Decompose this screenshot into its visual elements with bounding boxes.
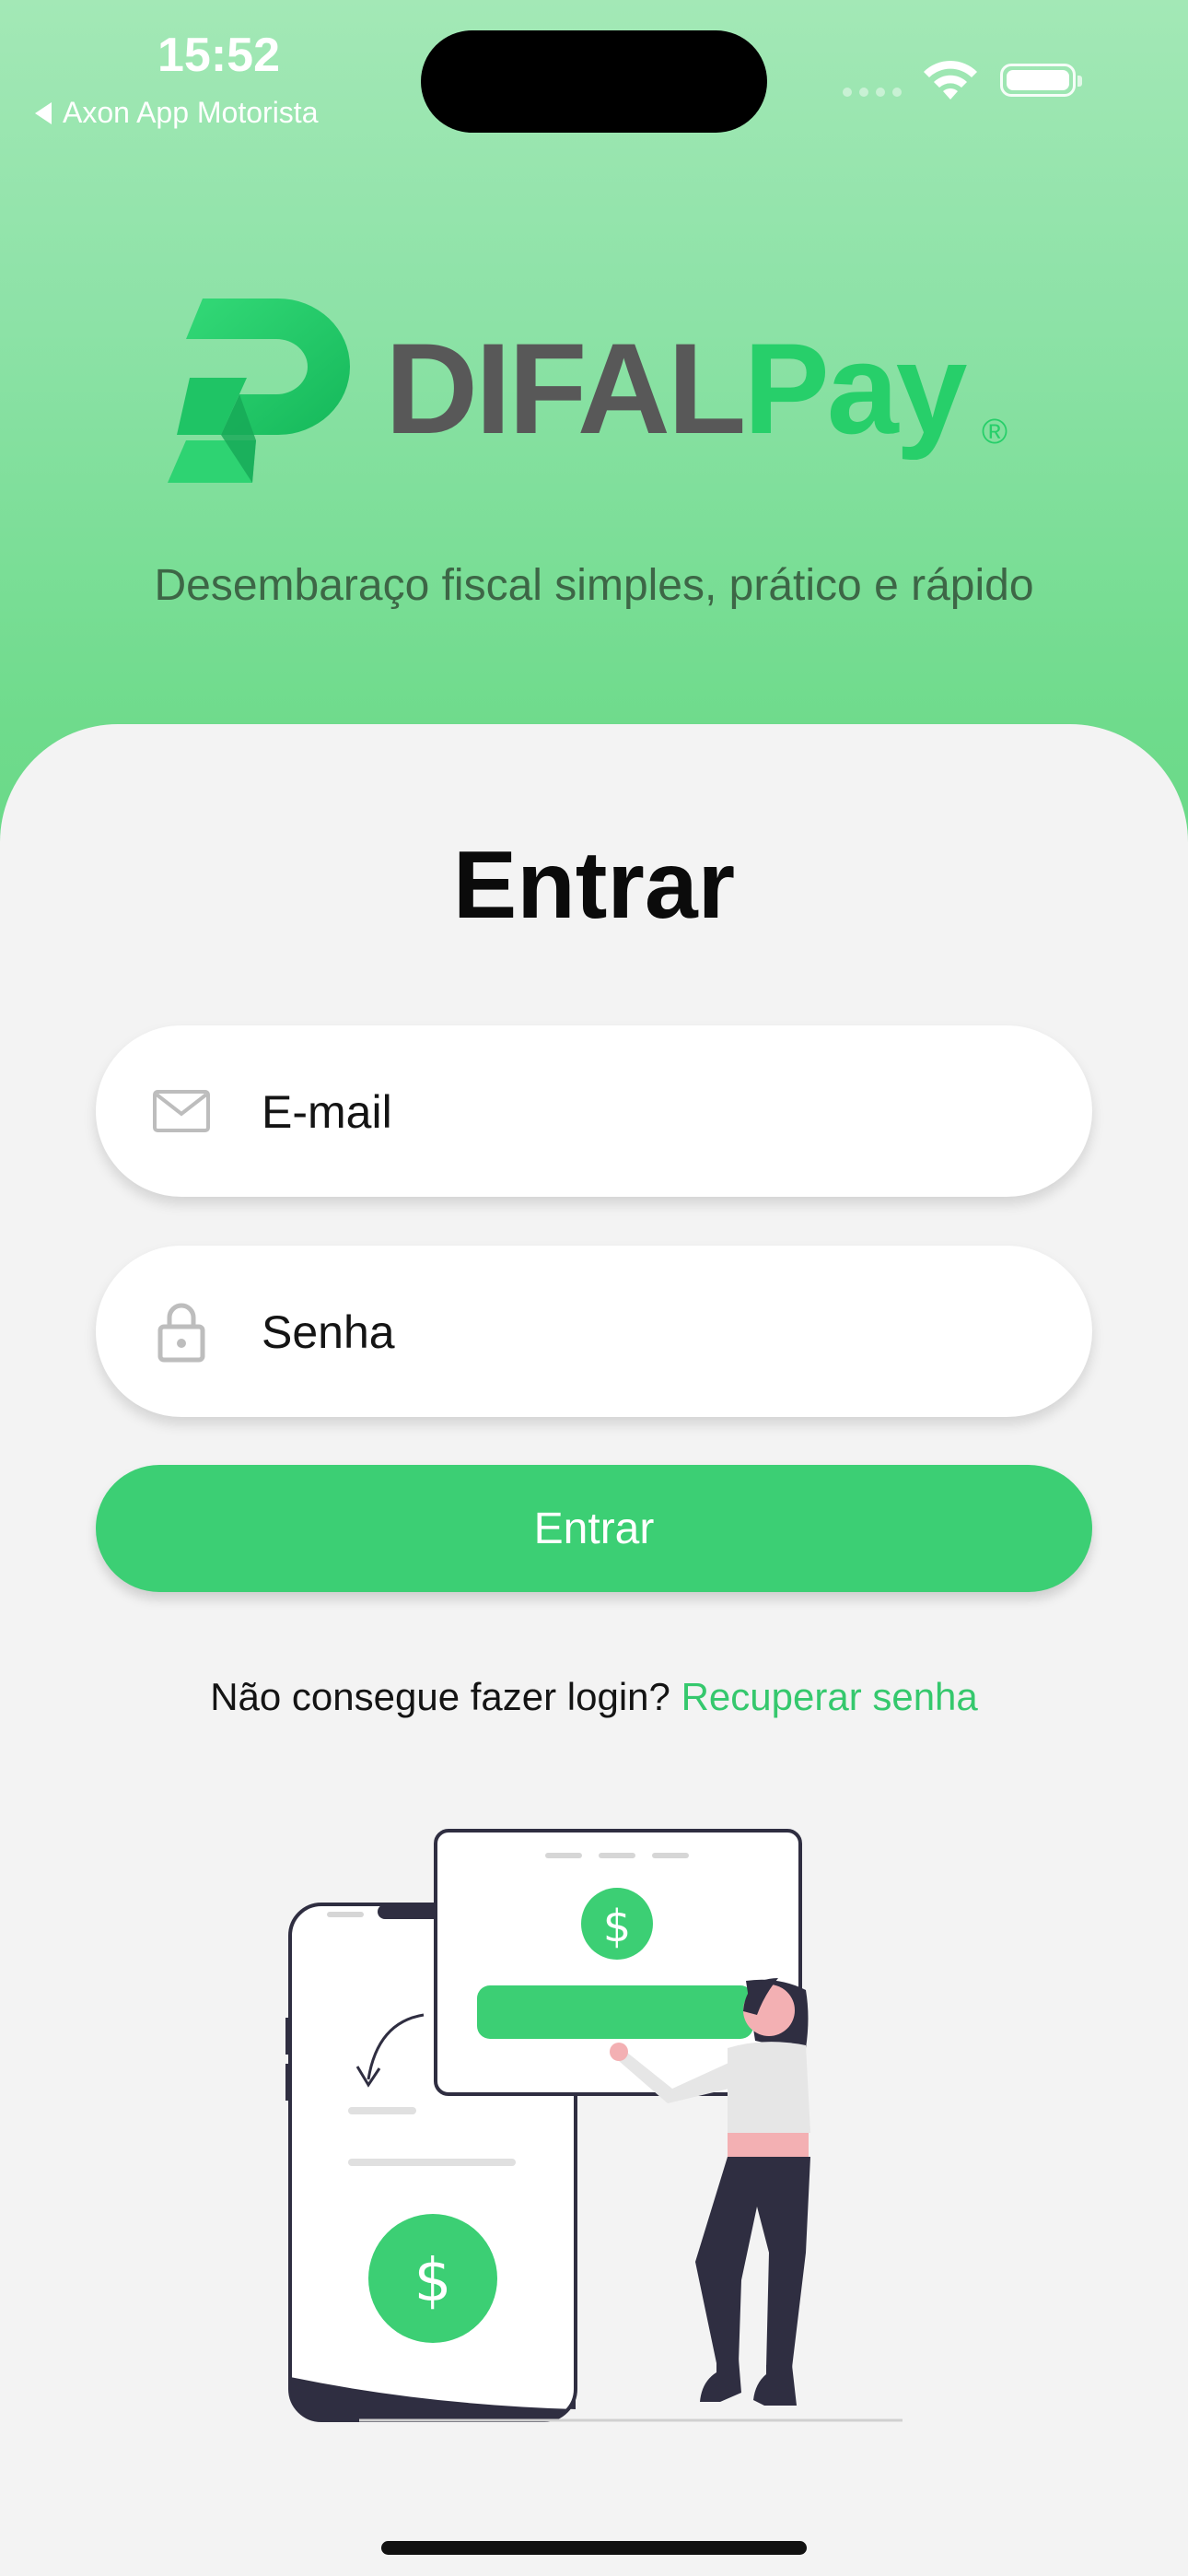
email-field[interactable] (96, 1025, 1092, 1197)
home-indicator (381, 2541, 807, 2555)
status-time: 15:52 (157, 29, 280, 82)
back-to-app-link[interactable]: Axon App Motorista (35, 96, 318, 130)
dollar-icon: $ (414, 2247, 452, 2315)
recover-prompt: Não consegue fazer login? (210, 1675, 670, 1718)
brand-name-pay: Pay (743, 316, 967, 461)
registered-mark: ® (982, 413, 1007, 451)
lock-icon (157, 1303, 205, 1363)
brand-tagline: Desembaraço fiscal simples, prático e rá… (154, 561, 1034, 610)
recover-row: Não consegue fazer login? Recuperar senh… (0, 1675, 1188, 1719)
brand-wordmark: DIFALPay (385, 324, 968, 453)
payment-illustration: $ $ (285, 1829, 903, 2422)
mail-icon (153, 1090, 210, 1132)
password-input[interactable] (260, 1282, 1055, 1382)
back-arrow-icon (35, 101, 52, 124)
email-input[interactable] (260, 1062, 1055, 1162)
password-field[interactable] (96, 1246, 1092, 1417)
cellular-signal-icon (843, 88, 902, 97)
back-app-label: Axon App Motorista (63, 96, 319, 129)
recover-password-link[interactable]: Recuperar senha (681, 1675, 978, 1718)
battery-icon (1000, 64, 1082, 97)
page-title: Entrar (452, 832, 736, 939)
wifi-icon (924, 60, 977, 100)
difalpay-logo-icon (168, 299, 350, 483)
dynamic-island (421, 30, 767, 133)
dollar-icon: $ (603, 1901, 632, 1952)
login-button[interactable]: Entrar (96, 1465, 1092, 1592)
brand-name-difal: DIFAL (385, 316, 746, 461)
